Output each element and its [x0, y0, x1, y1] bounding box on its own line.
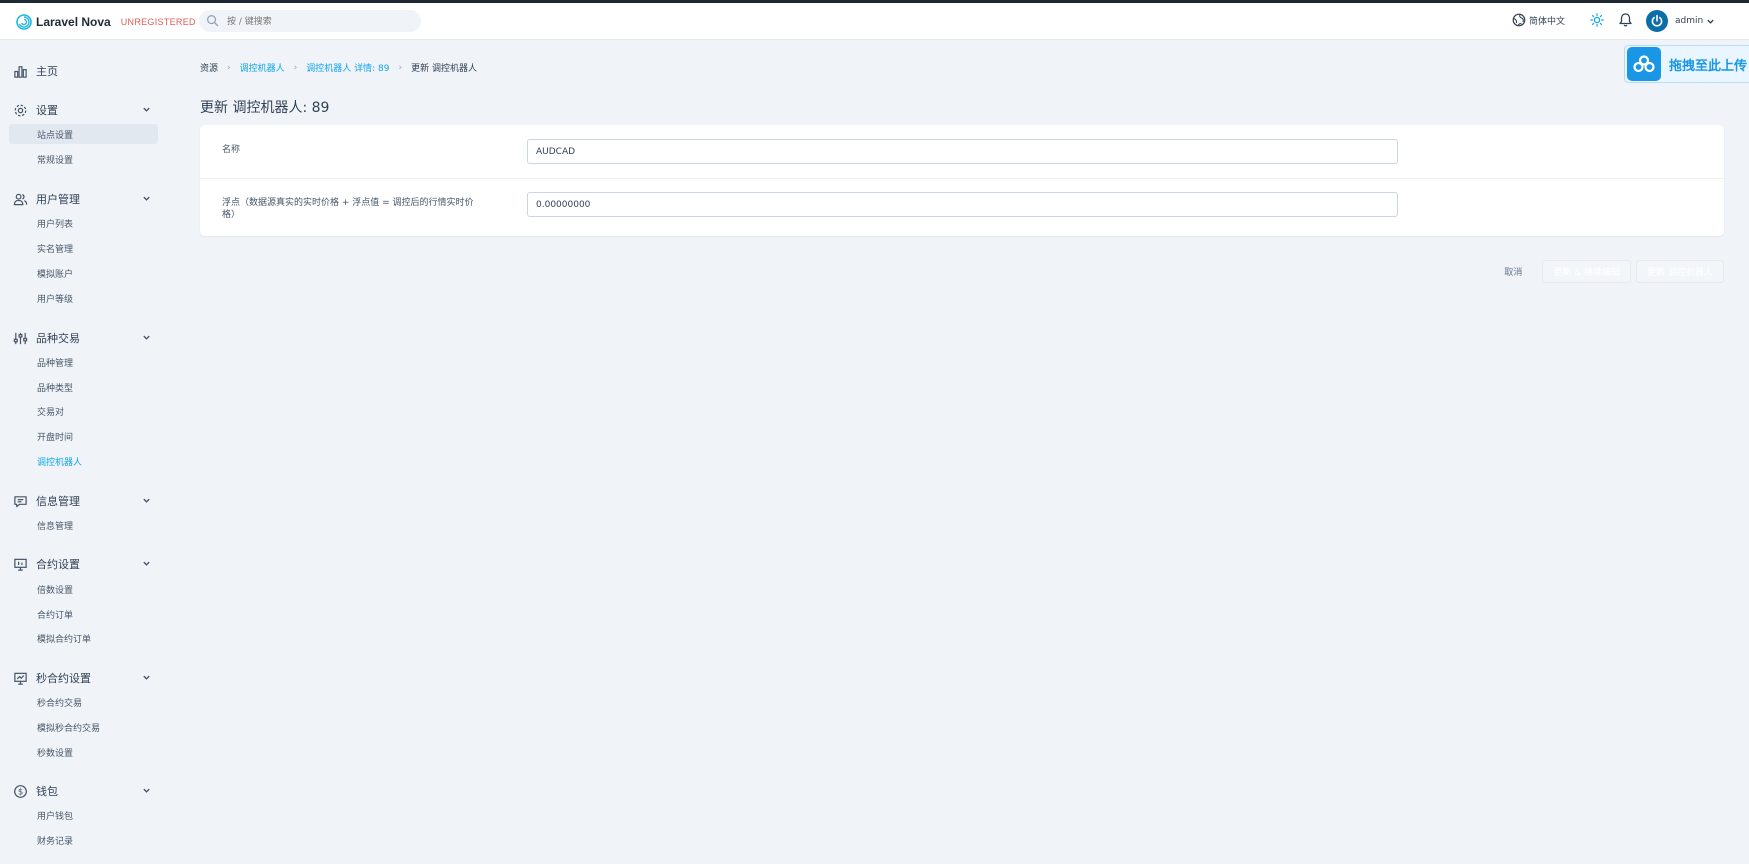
- presentation-icon: [13, 558, 27, 571]
- chevron-down-icon: [143, 498, 150, 503]
- sidebar-item-general-settings[interactable]: 常规设置: [9, 149, 158, 169]
- sidebar-group-contracts[interactable]: 合约设置: [12, 554, 157, 574]
- chart-bar-icon: [13, 65, 27, 78]
- breadcrumb: 资源 › 调控机器人 › 调控机器人 详情: 89 › 更新 调控机器人: [200, 61, 477, 75]
- bell-icon[interactable]: [1618, 12, 1633, 28]
- sidebar-group-trading[interactable]: 品种交易: [12, 328, 157, 348]
- chevron-down-icon: [143, 196, 150, 201]
- search-icon: [207, 15, 219, 27]
- sidebar-item-trading-pairs[interactable]: 交易对: [9, 401, 158, 421]
- language-label: 简体中文: [1529, 16, 1566, 27]
- sidebar-group-label: 用户管理: [36, 193, 80, 206]
- chevron-right-icon: ›: [293, 62, 298, 73]
- sidebar-item-demo-second-trades[interactable]: 模拟秒合约交易: [9, 717, 158, 737]
- sidebar-group-users[interactable]: 用户管理: [12, 189, 157, 209]
- sidebar-group-settings[interactable]: 设置: [12, 100, 157, 120]
- sliders-icon: [13, 332, 27, 344]
- sidebar-item-user-levels[interactable]: 用户等级: [9, 288, 158, 308]
- dollar-icon: $: [13, 784, 27, 798]
- name-input[interactable]: [527, 139, 1398, 164]
- sidebar-item-user-list[interactable]: 用户列表: [9, 213, 158, 233]
- sidebar-item-seconds-settings[interactable]: 秒数设置: [9, 742, 158, 762]
- chevron-right-icon: ›: [227, 62, 231, 73]
- sidebar-item-messages[interactable]: 信息管理: [9, 515, 158, 535]
- language-switcher[interactable]: 简体中文: [1512, 13, 1565, 27]
- logo[interactable]: Laravel Nova UNREGISTERED: [16, 12, 196, 32]
- sidebar-item-contract-orders[interactable]: 合约订单: [9, 604, 158, 624]
- form-card: 名称 浮点（数据源真实的实时价格 + 浮点值 = 调控后的行情实时价格）: [200, 125, 1724, 236]
- drag-upload-widget[interactable]: 拖拽至此上传: [1624, 45, 1749, 83]
- sidebar-item-user-wallets[interactable]: 用户钱包: [9, 805, 158, 825]
- message-icon: [13, 495, 27, 507]
- sidebar-item-demo-accounts[interactable]: 模拟账户: [9, 263, 158, 283]
- sidebar-item-product-types[interactable]: 品种类型: [9, 377, 158, 397]
- chevron-down-icon: [143, 335, 150, 340]
- sidebar-item-leverage[interactable]: 倍数设置: [9, 579, 158, 599]
- sidebar-item-financial-records[interactable]: 财务记录: [9, 830, 158, 850]
- sidebar-item-second-trades[interactable]: 秒合约交易: [9, 692, 158, 712]
- user-name: admin: [1675, 16, 1704, 26]
- sidebar-group-second-contracts[interactable]: 秒合约设置: [12, 668, 157, 688]
- unregistered-badge: UNREGISTERED: [120, 17, 196, 27]
- float-input[interactable]: [527, 192, 1398, 217]
- sidebar-item-realname[interactable]: 实名管理: [9, 238, 158, 258]
- sidebar-group-wallet[interactable]: $ 钱包: [12, 781, 157, 801]
- sidebar-item-control-robot[interactable]: 调控机器人: [9, 451, 158, 471]
- chevron-down-icon: [143, 675, 150, 680]
- update-button[interactable]: 更新 调控机器人: [1636, 260, 1724, 283]
- sidebar-item-home[interactable]: 主页: [12, 61, 157, 81]
- sidebar-item-site-settings[interactable]: 站点设置: [9, 124, 158, 144]
- nova-logo-icon: [16, 14, 32, 30]
- app-header: Laravel Nova UNREGISTERED 简体中文: [0, 3, 1749, 40]
- breadcrumb-resources: 资源: [200, 64, 219, 74]
- breadcrumb-current: 更新 调控机器人: [411, 64, 477, 74]
- power-icon: [1651, 14, 1663, 27]
- sidebar-home-label: 主页: [36, 65, 58, 78]
- sidebar-group-label: 钱包: [36, 785, 58, 798]
- chevron-down-icon: [143, 788, 150, 793]
- sidebar-item-opening-hours[interactable]: 开盘时间: [9, 426, 158, 446]
- chevron-down-icon: [1707, 19, 1714, 24]
- search-input[interactable]: [225, 10, 409, 34]
- sidebar-item-demo-contract-orders[interactable]: 模拟合约订单: [9, 628, 158, 648]
- field-label-float: 浮点（数据源真实的实时价格 + 浮点值 = 调控后的行情实时价格）: [222, 198, 474, 220]
- avatar: [1646, 10, 1668, 32]
- sidebar-group-messages[interactable]: 信息管理: [12, 491, 157, 511]
- cancel-button[interactable]: 取消: [1504, 265, 1522, 278]
- upload-label: 拖拽至此上传: [1669, 58, 1748, 74]
- global-search[interactable]: [199, 10, 421, 34]
- page-title: 更新 调控机器人: 89: [200, 100, 330, 116]
- sidebar-item-products[interactable]: 品种管理: [9, 352, 158, 372]
- sidebar-group-label: 设置: [36, 104, 58, 117]
- sun-icon[interactable]: [1590, 13, 1604, 27]
- cloud-upload-icon: [1627, 47, 1661, 81]
- form-actions: 取消 更新 & 继续编辑 更新 调控机器人: [1504, 260, 1724, 283]
- presentation-chart-icon: [13, 672, 27, 685]
- breadcrumb-control-robots[interactable]: 调控机器人: [240, 61, 285, 74]
- form-row-name: 名称: [200, 125, 1724, 179]
- users-icon: [13, 193, 27, 205]
- chevron-right-icon: ›: [398, 62, 403, 73]
- chevron-down-icon: [143, 561, 150, 566]
- sidebar-group-label: 秒合约设置: [36, 672, 91, 685]
- globe-icon: [1512, 13, 1526, 27]
- sidebar-group-label: 品种交易: [36, 332, 80, 345]
- chevron-down-icon: [143, 107, 150, 112]
- sidebar-group-label: 合约设置: [36, 558, 80, 571]
- brand-name: Laravel Nova: [36, 15, 111, 29]
- svg-text:$: $: [17, 786, 22, 796]
- update-continue-button[interactable]: 更新 & 继续编辑: [1542, 260, 1632, 283]
- breadcrumb-robot-detail[interactable]: 调控机器人 详情: 89: [306, 61, 389, 74]
- user-menu[interactable]: admin: [1646, 10, 1715, 32]
- gear-icon: [14, 104, 26, 116]
- field-label-name: 名称: [222, 145, 241, 155]
- sidebar-group-label: 信息管理: [36, 495, 80, 508]
